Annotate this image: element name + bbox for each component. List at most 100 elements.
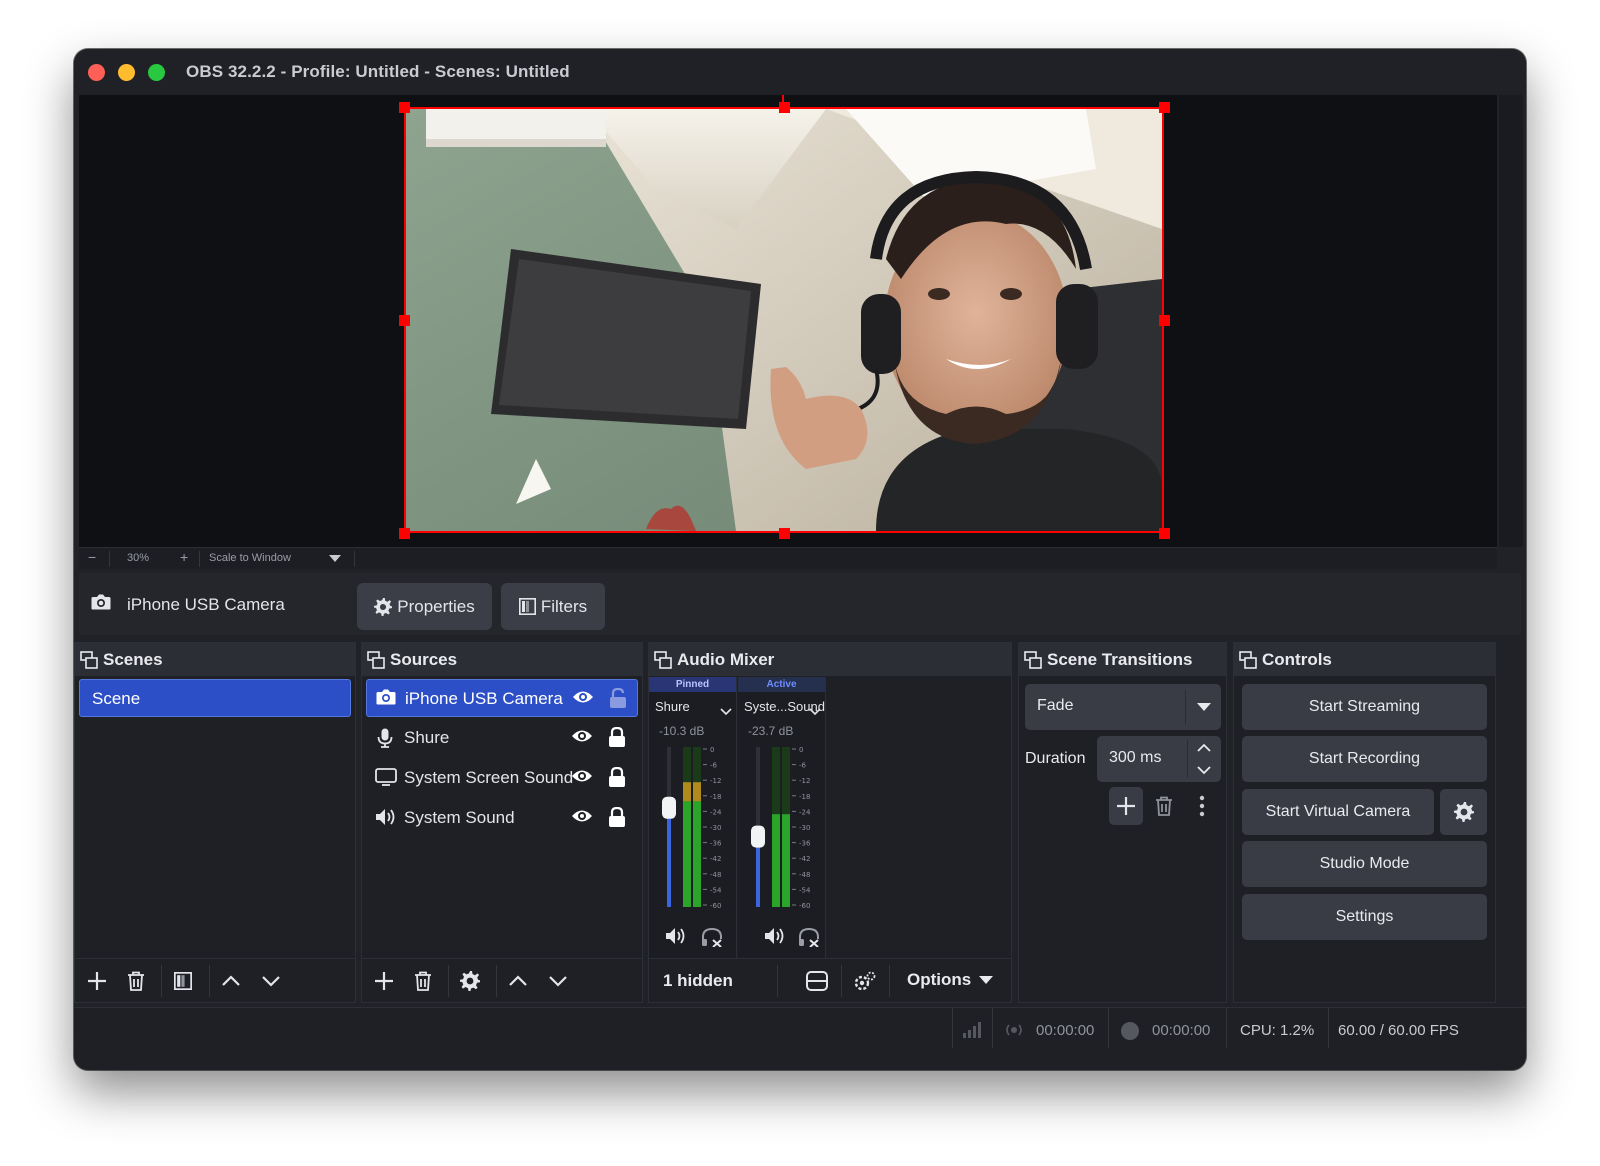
meter-scale-label: -18: [799, 793, 810, 801]
source-label: System Screen Sound: [404, 768, 574, 787]
plus-icon: [375, 972, 393, 990]
visibility-eye-icon[interactable]: [572, 689, 594, 710]
speaker-icon[interactable]: [764, 927, 786, 950]
meter-scale-label: -24: [710, 808, 722, 816]
transition-menu-button[interactable]: [1199, 795, 1205, 822]
start-streaming-button[interactable]: Start Streaming: [1242, 684, 1487, 730]
meter-scale-label: -54: [799, 886, 811, 894]
transition-select[interactable]: Fade: [1025, 684, 1221, 730]
lock-icon[interactable]: [608, 806, 626, 832]
move-source-down-button[interactable]: [546, 969, 570, 993]
controls-title: Controls: [1262, 650, 1332, 669]
resize-handle-bottom[interactable]: [779, 528, 790, 539]
start-virtual-camera-button[interactable]: Start Virtual Camera: [1242, 789, 1434, 835]
meter-level: [693, 782, 701, 802]
chevron-up-icon[interactable]: [1197, 743, 1211, 752]
remove-source-button[interactable]: [411, 969, 435, 993]
remove-transition-button[interactable]: [1155, 796, 1173, 821]
meter-level: [782, 814, 790, 907]
chevron-down-icon: [549, 976, 567, 987]
zoom-bar: − 30% + Scale to Window: [79, 547, 1497, 569]
resize-handle-top-left[interactable]: [399, 102, 410, 113]
lock-icon[interactable]: [608, 766, 626, 792]
scene-filters-button[interactable]: [171, 969, 195, 993]
resize-handle-right[interactable]: [1159, 315, 1170, 326]
chevron-down-icon[interactable]: [720, 703, 732, 721]
source-item-shure[interactable]: Shure: [366, 719, 638, 757]
move-scene-up-button[interactable]: [219, 969, 243, 993]
meter-scale-label: -42: [710, 855, 721, 863]
meter-scale-label: -48: [710, 871, 721, 879]
cpu-usage: CPU: 1.2%: [1240, 1022, 1315, 1039]
filters-label: Filters: [540, 596, 588, 616]
visibility-eye-icon[interactable]: [571, 808, 593, 829]
scale-mode-dropdown[interactable]: [329, 554, 341, 566]
zoom-out-button[interactable]: −: [88, 549, 96, 565]
volume-meter[interactable]: 0 -6 -12 -18 -24 -30 -36 -42 -48 -54 -60: [748, 745, 826, 917]
studio-mode-button[interactable]: Studio Mode: [1242, 841, 1487, 887]
zoom-in-button[interactable]: +: [180, 549, 188, 565]
meter-scale-label: -24: [799, 808, 811, 816]
speaker-icon[interactable]: [665, 927, 687, 950]
volume-meter[interactable]: 0 -6 -12 -18 -24 -30 -36 -42 -48 -54 -60: [659, 745, 737, 917]
dock-icon: [1239, 651, 1257, 674]
minimize-window-button[interactable]: [118, 64, 135, 81]
resize-handle-bottom-right[interactable]: [1159, 528, 1170, 539]
monitor-icon: [375, 768, 397, 791]
filters-button[interactable]: Filters: [501, 583, 605, 630]
scenes-title: Scenes: [103, 650, 163, 669]
meter-scale-label: -12: [710, 777, 721, 785]
add-transition-button[interactable]: [1109, 787, 1143, 825]
headphones-off-icon[interactable]: [701, 927, 723, 952]
resize-handle-top[interactable]: [779, 102, 790, 113]
source-item-system-sound[interactable]: System Sound: [366, 799, 638, 837]
trash-icon: [415, 971, 431, 991]
visibility-eye-icon[interactable]: [571, 728, 593, 749]
start-recording-button[interactable]: Start Recording: [1242, 736, 1487, 782]
channel-db: -23.7 dB: [748, 724, 794, 738]
source-item-system-screen-sound[interactable]: System Screen Sound: [366, 759, 638, 797]
channel-db: -10.3 dB: [659, 724, 705, 738]
chevron-down-icon[interactable]: [809, 703, 821, 721]
more-vertical-icon: [1199, 795, 1205, 817]
microphone-icon: [375, 728, 395, 753]
maximize-window-button[interactable]: [148, 64, 165, 81]
visibility-eye-icon[interactable]: [571, 768, 593, 789]
sources-toolbar: [362, 958, 642, 1002]
resize-handle-bottom-left[interactable]: [399, 528, 410, 539]
move-source-up-button[interactable]: [506, 969, 530, 993]
sources-header: Sources: [362, 643, 642, 676]
virtual-camera-settings-button[interactable]: [1440, 789, 1487, 835]
source-properties-button[interactable]: [458, 969, 482, 993]
meter-scale-label: -18: [710, 793, 721, 801]
add-source-button[interactable]: [372, 969, 396, 993]
scenes-header: Scenes: [75, 643, 355, 676]
close-window-button[interactable]: [88, 64, 105, 81]
add-scene-button[interactable]: [85, 969, 109, 993]
move-scene-down-button[interactable]: [259, 969, 283, 993]
meter-scale-label: -60: [710, 902, 721, 910]
scene-transitions-title: Scene Transitions: [1047, 650, 1193, 669]
layout-toggle-button[interactable]: [805, 969, 829, 993]
duration-input[interactable]: 300 ms: [1097, 736, 1221, 782]
hidden-count[interactable]: 1 hidden: [663, 971, 733, 991]
unlock-icon[interactable]: [609, 687, 627, 713]
headphones-off-icon[interactable]: [798, 927, 820, 952]
resize-handle-top-right[interactable]: [1159, 102, 1170, 113]
settings-button[interactable]: Settings: [1242, 894, 1487, 940]
lock-icon[interactable]: [608, 726, 626, 752]
advanced-audio-button[interactable]: [853, 969, 877, 993]
meter-scale-label: -36: [799, 840, 811, 848]
preview-area[interactable]: [79, 95, 1497, 547]
speaker-icon: [375, 808, 397, 831]
chevron-down-icon[interactable]: [1197, 766, 1211, 775]
source-item-iphone-usb-camera[interactable]: iPhone USB Camera: [366, 679, 638, 717]
options-dropdown[interactable]: Options: [907, 970, 994, 990]
resize-handle-left[interactable]: [399, 315, 410, 326]
preview-scrollbar[interactable]: [1499, 95, 1523, 547]
properties-button[interactable]: Properties: [357, 583, 492, 630]
preview-canvas[interactable]: [404, 107, 1164, 533]
scene-item[interactable]: Scene: [79, 679, 351, 717]
caret-down-icon: [1197, 703, 1211, 711]
remove-scene-button[interactable]: [124, 969, 148, 993]
